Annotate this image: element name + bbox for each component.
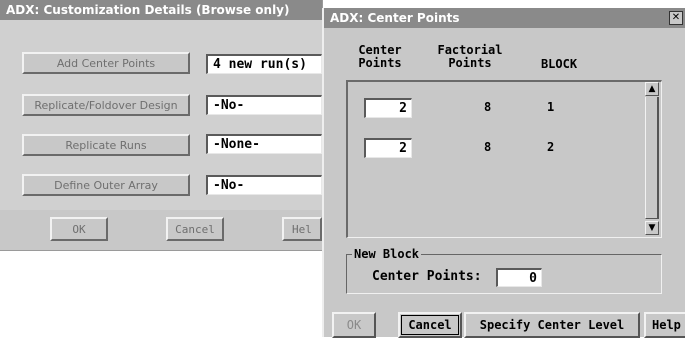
center-points-title: ADX: Center Points xyxy=(324,8,685,28)
customization-title: ADX: Customization Details (Browse only) xyxy=(0,0,322,20)
replicate-foldover-field[interactable]: -No- xyxy=(206,95,322,115)
center-cancel-button[interactable]: Cancel xyxy=(398,312,462,338)
header-block: BLOCK xyxy=(540,57,578,71)
header-center-points-line2: Points xyxy=(358,56,402,70)
specify-center-level-button[interactable]: Specify Center Level xyxy=(464,312,640,338)
block-row-1: 1 xyxy=(547,100,555,114)
new-center-points-value: 0 xyxy=(529,271,537,286)
close-glyph: ✕ xyxy=(671,12,681,23)
new-block-label: New Block xyxy=(352,246,422,262)
factorial-points-row-2: 8 xyxy=(484,140,492,154)
center-help-button[interactable]: Help xyxy=(644,312,685,338)
block-row-2: 2 xyxy=(547,140,555,154)
scroll-down-button[interactable]: ▼ xyxy=(645,221,659,235)
ok-button[interactable]: OK xyxy=(50,217,108,241)
scroll-down-icon: ▼ xyxy=(648,223,656,233)
scroll-up-icon: ▲ xyxy=(648,84,656,94)
center-points-value-row-2: 2 xyxy=(399,141,407,156)
define-outer-array-button[interactable]: Define Outer Array xyxy=(22,174,190,196)
add-center-points-field[interactable]: 4 new run(s) xyxy=(206,54,322,74)
new-center-points-input[interactable]: 0 xyxy=(496,268,542,287)
cancel-button[interactable]: Cancel xyxy=(166,217,224,241)
scroll-up-button[interactable]: ▲ xyxy=(645,82,659,96)
replicate-foldover-button[interactable]: Replicate/Foldover Design xyxy=(22,94,190,116)
help-button[interactable]: Hel xyxy=(282,217,322,241)
center-points-window: ADX: Center Points ✕ Center Points Facto… xyxy=(322,8,685,338)
center-points-input-row-1[interactable]: 2 xyxy=(364,98,412,118)
factorial-points-row-1: 8 xyxy=(484,100,492,114)
center-ok-button[interactable]: OK xyxy=(332,312,376,338)
customization-window: ADX: Customization Details (Browse only)… xyxy=(0,0,323,251)
scroll-thumb[interactable] xyxy=(645,97,659,219)
header-factorial-points-line2: Points xyxy=(448,56,492,70)
center-points-value-row-1: 2 xyxy=(399,101,407,116)
center-points-table: 2 8 1 2 8 2 ▲ ▼ xyxy=(346,80,662,238)
add-center-points-button[interactable]: Add Center Points xyxy=(22,52,190,74)
new-center-points-label: Center Points: xyxy=(372,269,482,284)
define-outer-array-field[interactable]: -No- xyxy=(206,175,322,195)
vertical-scrollbar[interactable]: ▲ ▼ xyxy=(645,82,659,236)
center-points-input-row-2[interactable]: 2 xyxy=(364,138,412,158)
close-icon[interactable]: ✕ xyxy=(669,11,683,25)
replicate-runs-button[interactable]: Replicate Runs xyxy=(22,134,190,156)
replicate-runs-field[interactable]: -None- xyxy=(206,134,322,154)
header-center-points: Center Points xyxy=(348,44,412,70)
header-factorial-points: Factorial Points xyxy=(428,44,512,70)
